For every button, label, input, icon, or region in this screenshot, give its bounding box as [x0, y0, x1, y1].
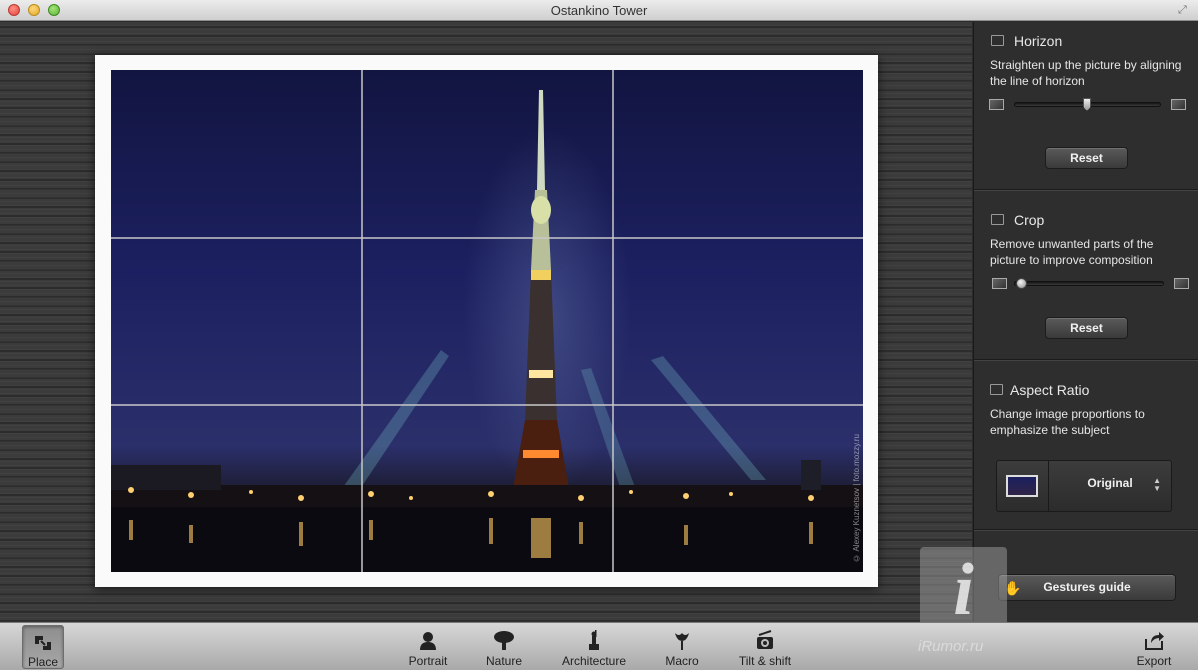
grid-line-vertical: [361, 70, 363, 572]
crop-title: Crop: [1014, 212, 1045, 228]
rotate-left-icon[interactable]: [989, 99, 1004, 110]
fullscreen-icon[interactable]: ⤢: [1178, 4, 1190, 16]
tilt-shift-lens-icon: [757, 630, 773, 649]
crop-reset-button[interactable]: Reset: [1045, 317, 1128, 339]
tool-macro[interactable]: Macro: [660, 623, 704, 670]
grid-line-horizontal: [111, 404, 863, 406]
window-title: Ostankino Tower: [550, 3, 648, 18]
tool-tilt-shift[interactable]: Tilt & shift: [732, 623, 798, 670]
horizon-reset-button[interactable]: Reset: [1045, 147, 1128, 169]
crop-slider-knob[interactable]: [1016, 278, 1027, 289]
grid-line-horizontal: [111, 237, 863, 239]
photo-frame: © Alexey Kuznetsov | foto.mozzy.ru: [95, 55, 878, 587]
adjustments-panel: Horizon Straighten up the picture by ali…: [973, 22, 1198, 622]
tree-icon: [494, 631, 514, 650]
grid-line-vertical: [612, 70, 614, 572]
photo-image[interactable]: © Alexey Kuznetsov | foto.mozzy.ru: [111, 70, 863, 572]
tool-place-label: Place: [27, 655, 59, 669]
photo-canvas: © Alexey Kuznetsov | foto.mozzy.ru: [0, 22, 972, 622]
tool-architecture-label: Architecture: [561, 654, 627, 668]
tool-architecture[interactable]: Architecture: [556, 623, 632, 670]
tool-macro-label: Macro: [665, 654, 699, 668]
crop-large-icon[interactable]: [1174, 278, 1189, 289]
brand-logo-letter: i: [953, 549, 974, 631]
horizon-title: Horizon: [1014, 33, 1063, 49]
bottom-toolbar: Place Portrait Nature Architecture Macro: [0, 622, 1198, 670]
tool-place[interactable]: Place: [22, 625, 64, 669]
tool-portrait[interactable]: Portrait: [403, 623, 453, 670]
tower-scene: [111, 90, 863, 572]
horizon-slider-knob[interactable]: [1083, 98, 1091, 111]
aspect-ratio-select[interactable]: Original ▲ ▼: [996, 460, 1172, 512]
statue-icon: [589, 630, 599, 650]
tool-portrait-label: Portrait: [408, 654, 448, 668]
crop-description: Remove unwanted parts of the picture to …: [990, 237, 1154, 267]
brand-watermark-text: iRumor.ru: [918, 638, 984, 655]
tool-tilt-shift-label: Tilt & shift: [738, 654, 792, 668]
flower-icon: [675, 633, 689, 650]
horizon-description: Straighten up the picture by aligning th…: [990, 58, 1182, 88]
rotate-right-icon[interactable]: [1171, 99, 1186, 110]
crop-section: Crop Remove unwanted parts of the pictur…: [974, 192, 1198, 361]
aspect-ratio-description: Change image proportions to emphasize th…: [990, 407, 1145, 437]
portrait-icon: [420, 632, 436, 650]
export-icon: [1145, 632, 1164, 650]
title-bar: Ostankino Tower ⤢: [0, 0, 1198, 21]
tool-export[interactable]: Export: [1130, 623, 1178, 670]
crop-small-icon[interactable]: [992, 278, 1007, 289]
brand-logo: i: [920, 547, 1007, 633]
crop-slider[interactable]: [1014, 281, 1164, 286]
aspect-ratio-title: Aspect Ratio: [1010, 382, 1090, 398]
horizon-section: Horizon Straighten up the picture by ali…: [974, 22, 1198, 191]
gestures-guide-button[interactable]: Gestures guide: [998, 574, 1176, 601]
tool-export-label: Export: [1136, 654, 1172, 668]
place-icon: [35, 636, 51, 650]
aspect-ratio-icon: [990, 384, 1003, 395]
horizon-icon: [991, 35, 1004, 46]
photo-watermark: © Alexey Kuznetsov | foto.mozzy.ru: [852, 433, 861, 562]
tool-nature-label: Nature: [485, 654, 523, 668]
aspect-thumbnail: [1006, 475, 1038, 497]
tool-nature[interactable]: Nature: [480, 623, 528, 670]
crop-icon: [991, 214, 1004, 225]
select-arrows-icon: ▲ ▼: [1153, 476, 1161, 493]
